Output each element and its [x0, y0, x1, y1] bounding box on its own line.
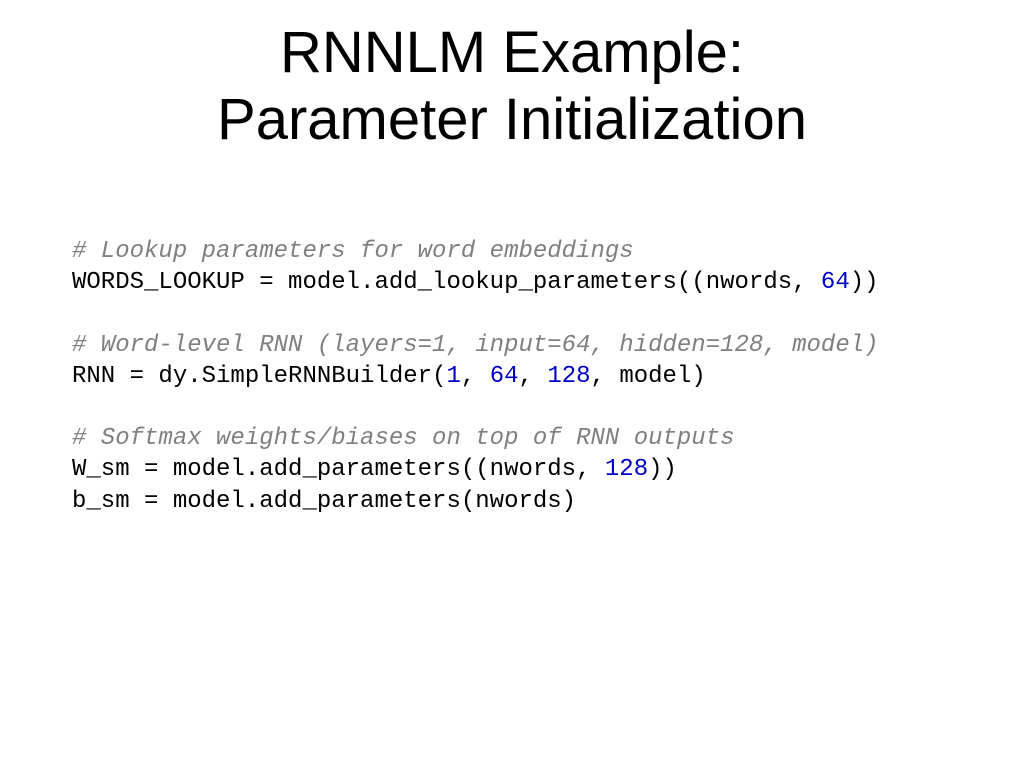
code-line-3b: ))	[648, 456, 677, 483]
code-comment-2: # Word-level RNN (layers=1, input=64, hi…	[72, 332, 879, 359]
slide-title: RNNLM Example: Parameter Initialization	[0, 20, 1024, 153]
code-number-128a: 128	[547, 363, 590, 390]
code-line-3a: W_sm = model.add_parameters((nwords,	[72, 456, 605, 483]
code-block: # Lookup parameters for word embeddings …	[72, 236, 879, 517]
code-line-2b: , model)	[591, 363, 706, 390]
slide: RNNLM Example: Parameter Initialization …	[0, 0, 1024, 768]
title-line-1: RNNLM Example:	[280, 20, 744, 85]
code-line-1b: ))	[850, 269, 879, 296]
code-line-1a: WORDS_LOOKUP = model.add_lookup_paramete…	[72, 269, 821, 296]
code-sep-2: ,	[519, 363, 548, 390]
code-comment-3: # Softmax weights/biases on top of RNN o…	[72, 425, 735, 452]
code-line-4: b_sm = model.add_parameters(nwords)	[72, 488, 576, 515]
code-number-1: 1	[446, 363, 460, 390]
code-line-2a: RNN = dy.SimpleRNNBuilder(	[72, 363, 446, 390]
code-comment-1: # Lookup parameters for word embeddings	[72, 238, 634, 265]
code-number-64a: 64	[821, 269, 850, 296]
code-number-64b: 64	[490, 363, 519, 390]
title-line-2: Parameter Initialization	[217, 87, 807, 152]
code-sep-1: ,	[461, 363, 490, 390]
code-number-128b: 128	[605, 456, 648, 483]
